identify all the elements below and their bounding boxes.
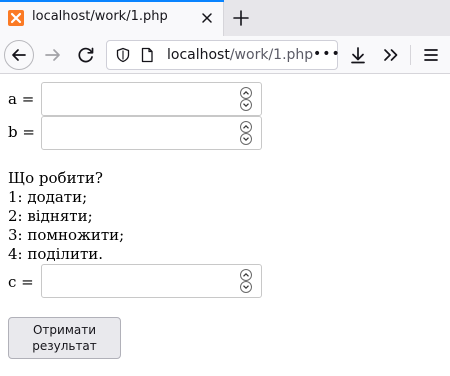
back-button[interactable]: [4, 40, 34, 70]
tab-strip: localhost/work/1.php: [0, 0, 450, 36]
number-spinner-icon[interactable]: [239, 120, 253, 146]
arrow-left-icon: [12, 49, 26, 61]
option-add: 1: додати;: [8, 188, 88, 206]
c-label: c =: [8, 273, 34, 291]
new-tab-icon[interactable]: [232, 9, 250, 27]
hamburger-icon: [424, 49, 438, 61]
tab-active-indicator: [0, 0, 224, 2]
a-number-input[interactable]: [41, 82, 262, 116]
app-menu-button[interactable]: [416, 40, 446, 70]
option-divide: 4: поділити.: [8, 245, 104, 263]
number-spinner-icon[interactable]: [239, 268, 253, 294]
page-info-icon[interactable]: [139, 47, 155, 63]
tab-active[interactable]: localhost/work/1.php: [0, 0, 224, 36]
arrow-right-icon: [45, 49, 60, 61]
get-result-button[interactable]: Отримати результат: [8, 317, 121, 359]
shield-icon[interactable]: [115, 47, 131, 63]
page-actions-more-icon[interactable]: •••: [313, 46, 341, 62]
xampp-icon: [8, 10, 24, 26]
get-result-button-label-line1: Отримати: [32, 323, 97, 337]
url-text[interactable]: localhost/work/1.php: [167, 47, 313, 63]
downloads-button[interactable]: [343, 40, 373, 70]
toolbar-divider: [410, 45, 411, 65]
b-label: b =: [8, 123, 35, 141]
number-spinner-icon[interactable]: [239, 86, 253, 112]
b-number-input[interactable]: [41, 116, 262, 150]
url-bar[interactable]: localhost/work/1.php •••: [106, 40, 341, 70]
c-number-input[interactable]: [41, 264, 262, 298]
forward-button[interactable]: [38, 40, 68, 70]
reload-icon: [78, 47, 94, 63]
download-icon: [351, 47, 365, 64]
overflow-menu-button[interactable]: [376, 40, 406, 70]
tab-title: localhost/work/1.php: [32, 9, 168, 24]
url-path: /work/1.php: [229, 47, 314, 63]
chevron-double-right-icon: [384, 49, 398, 61]
option-subtract: 2: відняти;: [8, 207, 93, 225]
close-icon[interactable]: [199, 10, 215, 26]
get-result-button-label-line2: результат: [32, 339, 97, 353]
question-text: Що робити?: [8, 169, 103, 187]
reload-button[interactable]: [71, 40, 101, 70]
a-input[interactable]: [48, 90, 232, 108]
a-label: a =: [8, 90, 35, 108]
b-input[interactable]: [48, 124, 232, 142]
option-multiply: 3: помножити;: [8, 226, 125, 244]
page-content: a = b = Що робити? 1: додати; 2: відняти…: [0, 74, 450, 376]
navigation-toolbar: localhost/work/1.php •••: [0, 36, 450, 74]
url-host: localhost: [167, 47, 230, 63]
c-input[interactable]: [48, 272, 232, 290]
